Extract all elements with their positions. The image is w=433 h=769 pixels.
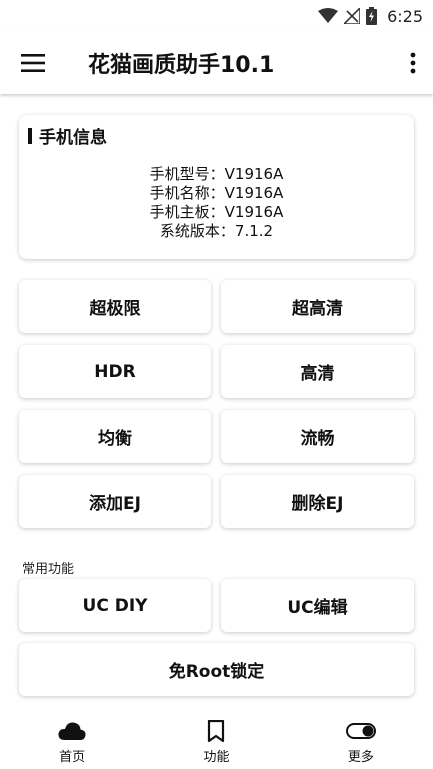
nav-item-more[interactable]: 更多 <box>289 714 433 769</box>
status-bar: 6:25 <box>0 0 433 32</box>
no-signal-icon <box>344 8 361 24</box>
nav-item-functions[interactable]: 功能 <box>144 714 288 769</box>
root-free-lock-button[interactable]: 免Root锁定 <box>19 643 414 696</box>
system-version-line: 系统版本：7.1.2 <box>159 222 274 240</box>
status-time: 6:25 <box>387 6 423 26</box>
phone-name-line: 手机名称：V1916A <box>149 184 284 202</box>
hd-button[interactable]: 高清 <box>221 345 414 398</box>
phone-model-line: 手机型号：V1916A <box>149 165 284 183</box>
phone-info-lines: 手机型号：V1916A 手机名称：V1916A 手机主板：V1916A 系统版本… <box>19 165 414 241</box>
phone-board-line: 手机主板：V1916A <box>149 203 284 221</box>
battery-charging-icon <box>366 7 378 25</box>
ultra-extreme-button[interactable]: 超极限 <box>19 280 211 333</box>
overflow-menu-icon[interactable] <box>393 32 433 94</box>
balanced-button[interactable]: 均衡 <box>19 410 211 463</box>
app-title: 花猫画质助手10.1 <box>88 53 275 78</box>
common-functions-label: 常用功能 <box>22 562 75 577</box>
nav-item-home[interactable]: 首页 <box>0 714 144 769</box>
wifi-icon <box>318 8 339 24</box>
bookmark-icon <box>207 719 225 743</box>
ultra-hd-button[interactable]: 超高清 <box>221 280 414 333</box>
uc-edit-button[interactable]: UC编辑 <box>221 579 414 632</box>
app-bar: 花猫画质助手10.1 <box>0 32 433 94</box>
nav-label-home: 首页 <box>59 749 86 765</box>
bottom-navigation: 首页 功能 更多 <box>0 714 433 769</box>
phone-info-title-text: 手机信息 <box>39 128 107 148</box>
nav-label-more: 更多 <box>347 749 374 765</box>
hdr-button[interactable]: HDR <box>19 345 211 398</box>
main-content: 手机信息 手机型号：V1916A 手机名称：V1916A 手机主板：V1916A… <box>0 94 433 714</box>
smooth-button[interactable]: 流畅 <box>221 410 414 463</box>
cloud-icon <box>58 719 86 743</box>
phone-info-card: 手机信息 手机型号：V1916A 手机名称：V1916A 手机主板：V1916A… <box>19 115 414 259</box>
nav-label-functions: 功能 <box>203 749 230 765</box>
add-ej-button[interactable]: 添加EJ <box>19 475 211 528</box>
toggle-icon <box>345 719 376 743</box>
hamburger-menu-icon[interactable] <box>0 32 66 94</box>
delete-ej-button[interactable]: 删除EJ <box>221 475 414 528</box>
title-marker <box>28 127 32 144</box>
phone-info-title: 手机信息 <box>28 123 107 148</box>
uc-diy-button[interactable]: UC DIY <box>19 579 211 632</box>
